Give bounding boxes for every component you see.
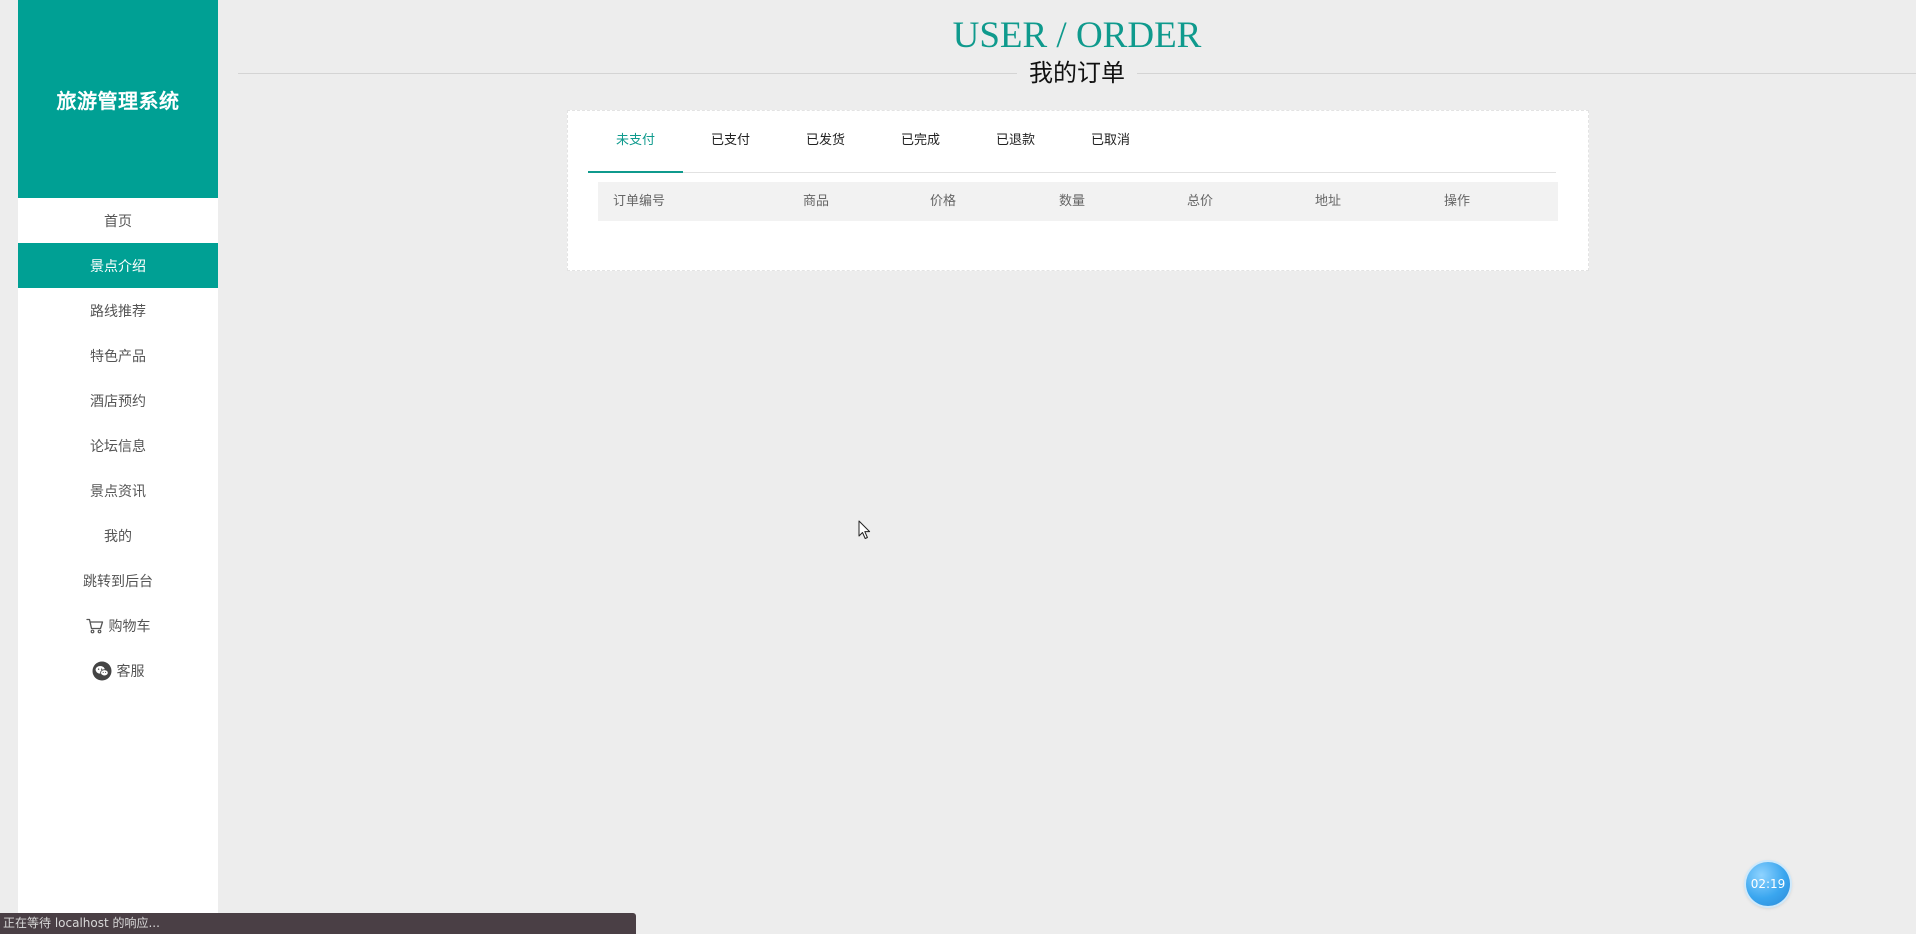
column-header-quantity: 数量 [1059, 194, 1086, 209]
sidebar-item-admin[interactable]: 跳转到后台 [18, 558, 218, 603]
sidebar-item-service[interactable]: 客服 [18, 648, 218, 693]
sidebar-item-label: 路线推荐 [90, 303, 146, 320]
orders-panel: 未支付 已支付 已发货 已完成 已退款 已取消 订单编号 商品 价格 数量 总价… [567, 110, 1589, 271]
cart-icon [85, 618, 104, 634]
column-header-total: 总价 [1187, 194, 1214, 209]
column-header-price: 价格 [930, 194, 957, 209]
tab-shipped[interactable]: 已发货 [778, 125, 873, 173]
timer-badge[interactable]: 02:19 [1746, 862, 1790, 906]
brand-header: 旅游管理系统 [18, 0, 218, 198]
brand-title: 旅游管理系统 [56, 88, 180, 113]
browser-status-bar: 正在等待 localhost 的响应... [0, 913, 636, 934]
tab-paid[interactable]: 已支付 [683, 125, 778, 173]
sidebar-item-label: 论坛信息 [90, 438, 146, 455]
order-status-tabs: 未支付 已支付 已发货 已完成 已退款 已取消 [588, 125, 1556, 173]
sidebar-item-label: 首页 [104, 213, 132, 230]
sidebar-item-mine[interactable]: 我的 [18, 513, 218, 558]
page-title-en: USER / ORDER [952, 15, 1202, 56]
orders-table-header: 订单编号 商品 价格 数量 总价 地址 操作 [598, 182, 1558, 221]
sidebar-item-label: 景点资讯 [90, 483, 146, 500]
sidebar-item-label: 购物车 [108, 618, 151, 635]
tab-unpaid[interactable]: 未支付 [588, 125, 683, 173]
tab-cancelled[interactable]: 已取消 [1063, 125, 1158, 173]
page-title-cn: 我的订单 [1017, 59, 1137, 87]
wechat-icon [92, 661, 112, 681]
column-header-product: 商品 [803, 194, 830, 209]
sidebar-item-products[interactable]: 特色产品 [18, 333, 218, 378]
sidebar-item-attractions[interactable]: 景点介绍 [18, 243, 218, 288]
sidebar-item-news[interactable]: 景点资讯 [18, 468, 218, 513]
sidebar-item-label: 跳转到后台 [83, 573, 153, 590]
sidebar: 旅游管理系统 首页 景点介绍 路线推荐 特色产品 酒店预约 论坛信息 景点资讯 … [18, 0, 218, 934]
sidebar-item-forum[interactable]: 论坛信息 [18, 423, 218, 468]
mouse-cursor-icon [858, 520, 872, 540]
tab-completed[interactable]: 已完成 [873, 125, 968, 173]
column-header-action: 操作 [1444, 194, 1471, 209]
sidebar-item-label: 景点介绍 [90, 258, 146, 275]
sidebar-item-label: 我的 [104, 528, 132, 545]
timer-text: 02:19 [1750, 877, 1786, 891]
sidebar-item-label: 酒店预约 [90, 393, 146, 410]
column-header-order-no: 订单编号 [613, 194, 666, 209]
status-text: 正在等待 localhost 的响应... [3, 916, 160, 930]
sidebar-item-routes[interactable]: 路线推荐 [18, 288, 218, 333]
sidebar-nav: 首页 景点介绍 路线推荐 特色产品 酒店预约 论坛信息 景点资讯 我的 跳转到后… [18, 198, 218, 693]
page-header: USER / ORDER 我的订单 [238, 0, 1916, 96]
sidebar-item-hotel[interactable]: 酒店预约 [18, 378, 218, 423]
sidebar-item-label: 特色产品 [90, 348, 146, 365]
sidebar-item-home[interactable]: 首页 [18, 198, 218, 243]
tab-refunded[interactable]: 已退款 [968, 125, 1063, 173]
column-header-address: 地址 [1315, 194, 1342, 209]
page-title: 我的订单 [238, 58, 1916, 91]
sidebar-item-label: 客服 [116, 663, 145, 680]
sidebar-item-cart[interactable]: 购物车 [18, 603, 218, 648]
